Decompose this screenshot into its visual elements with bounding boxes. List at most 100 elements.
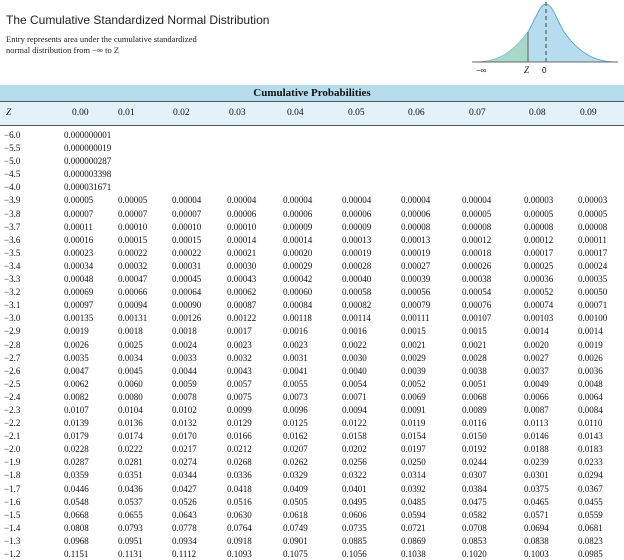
probability-cell: 0.0287 <box>64 457 89 468</box>
table-row: −2.6 0.0047 0.0045 0.0044 0.0043 0.0041 0.0040… <box>0 364 624 377</box>
probability-cell: 0.00007 <box>118 208 148 219</box>
probability-cell: 0.0136 <box>118 418 143 429</box>
probability-cell: 0.0885 <box>342 535 367 546</box>
probability-cell: 0.00019 <box>342 247 372 258</box>
probability-cell: 0.000000287 <box>64 156 112 167</box>
probability-cell: 0.00006 <box>283 208 313 219</box>
table-row: −2.2 0.0139 0.0136 0.0132 0.0129 0.0125 0.0122… <box>0 416 624 429</box>
table-row: −1.5 0.0668 0.0655 0.0643 0.0630 0.0618 0.0606… <box>0 508 624 521</box>
probability-cell: 0.0262 <box>283 457 308 468</box>
probability-cell: 0.0014 <box>524 326 549 337</box>
probability-cell: 0.00126 <box>172 313 202 324</box>
probability-cell: 0.00036 <box>524 274 554 285</box>
probability-cell: 0.0192 <box>462 444 487 455</box>
probability-cell: 0.0030 <box>342 352 367 363</box>
probability-cell: 0.0571 <box>524 509 549 520</box>
probability-cell: 0.0244 <box>462 457 487 468</box>
probability-cell: 0.00045 <box>172 274 202 285</box>
probability-cell: 0.00015 <box>172 234 202 245</box>
probability-cell: 0.0099 <box>227 404 252 415</box>
z-value-cell: −2.1 <box>4 431 21 442</box>
probability-cell: 0.0040 <box>342 365 367 376</box>
probability-cell: 0.00020 <box>283 247 313 258</box>
z-column-header: Z <box>6 108 12 118</box>
subtitle-line-2: normal distribution from −∞ to Z <box>6 45 120 55</box>
table-row: −3.0 0.00135 0.00131 0.00126 0.00122 0.00118 0… <box>0 311 624 324</box>
probability-cell: 0.00021 <box>227 247 257 258</box>
probability-cell: 0.0018 <box>118 326 143 337</box>
probability-cell: 0.00027 <box>401 260 431 271</box>
probability-cell: 0.0078 <box>172 391 197 402</box>
table-row: −5.0 0.000000287 <box>0 154 624 167</box>
probability-cell: 0.0021 <box>401 339 426 350</box>
probability-cell: 0.0022 <box>342 339 367 350</box>
z-value-cell: −1.8 <box>4 470 21 481</box>
table-row: −2.7 0.0035 0.0034 0.0033 0.0032 0.0031 0.0030… <box>0 351 624 364</box>
probability-cell: 0.0052 <box>401 378 426 389</box>
probability-cell: 0.0179 <box>64 431 89 442</box>
probability-cell: 0.0062 <box>64 378 89 389</box>
table-row: −3.4 0.00034 0.00032 0.00031 0.00030 0.00029 0… <box>0 259 624 272</box>
probability-cell: 0.1056 <box>342 549 367 559</box>
probability-cell: 0.0132 <box>172 418 197 429</box>
probability-cell: 0.00008 <box>401 221 431 232</box>
probability-cell: 0.0197 <box>401 444 426 455</box>
probability-cell: 0.0985 <box>578 549 603 559</box>
probability-cell: 0.0918 <box>227 535 252 546</box>
column-header-9: 0.09 <box>580 108 597 118</box>
probability-cell: 0.0026 <box>64 339 89 350</box>
probability-cell: 0.00052 <box>524 287 554 298</box>
probability-cell: 0.0113 <box>524 418 549 429</box>
probability-cell: 0.00008 <box>578 221 608 232</box>
probability-cell: 0.00087 <box>227 300 257 311</box>
probability-cell: 0.0256 <box>342 457 367 468</box>
probability-cell: 0.00071 <box>578 300 608 311</box>
probability-cell: 0.0019 <box>64 326 89 337</box>
z-value-cell: −3.5 <box>4 247 21 258</box>
probability-cell: 0.00004 <box>227 195 257 206</box>
probability-cell: 0.0217 <box>172 444 197 455</box>
probability-cell: 0.1075 <box>283 549 308 559</box>
probability-cell: 0.0026 <box>578 352 603 363</box>
probability-cell: 0.0018 <box>172 326 197 337</box>
probability-cell: 0.0084 <box>578 404 603 415</box>
probability-cell: 0.0314 <box>401 470 426 481</box>
table-row: −1.8 0.0359 0.0351 0.0344 0.0336 0.0329 0.0322… <box>0 468 624 481</box>
z-value-cell: −2.6 <box>4 365 21 376</box>
probability-cell: 0.00007 <box>64 208 94 219</box>
z-value-cell: −4.0 <box>4 182 21 193</box>
probability-cell: 0.0526 <box>172 496 197 507</box>
probability-cell: 0.0222 <box>118 444 143 455</box>
table-row: −6.0 0.000000001 <box>0 128 624 141</box>
column-header-1: 0.01 <box>118 108 135 118</box>
probability-cell: 0.0869 <box>401 535 426 546</box>
probability-cell: 0.00005 <box>462 208 492 219</box>
probability-cell: 0.00022 <box>118 247 148 258</box>
probability-cell: 0.00135 <box>64 313 94 324</box>
probability-cell: 0.00100 <box>578 313 608 324</box>
probability-cell: 0.0020 <box>524 339 549 350</box>
probability-cell: 0.0107 <box>64 404 89 415</box>
shaded-area-overlay <box>476 32 528 62</box>
probability-cell: 0.0150 <box>462 431 487 442</box>
probability-cell: 0.00023 <box>64 247 94 258</box>
probability-cell: 0.0047 <box>64 365 89 376</box>
probability-cell: 0.0853 <box>462 535 487 546</box>
table-row: −1.7 0.0446 0.0436 0.0427 0.0418 0.0409 0.0401… <box>0 482 624 495</box>
z-value-cell: −2.4 <box>4 391 21 402</box>
probability-cell: 0.0027 <box>524 352 549 363</box>
probability-cell: 0.00005 <box>578 208 608 219</box>
probability-cell: 0.00050 <box>578 287 608 298</box>
table-row: −2.0 0.0228 0.0222 0.0217 0.0212 0.0207 0.0202… <box>0 442 624 455</box>
table-row: −2.1 0.0179 0.0174 0.0170 0.0166 0.0162 0.0158… <box>0 429 624 442</box>
probability-cell: 0.0239 <box>524 457 549 468</box>
probability-cell: 0.00003 <box>578 195 608 206</box>
probability-cell: 0.00031 <box>172 260 202 271</box>
probability-cell: 0.0054 <box>342 378 367 389</box>
table-row: −4.5 0.000003398 <box>0 167 624 180</box>
probability-cell: 0.00006 <box>401 208 431 219</box>
probability-cell: 0.1112 <box>172 549 197 559</box>
probability-cell: 0.0041 <box>283 365 308 376</box>
probability-cell: 0.0778 <box>172 522 197 533</box>
probability-cell: 0.0228 <box>64 444 89 455</box>
